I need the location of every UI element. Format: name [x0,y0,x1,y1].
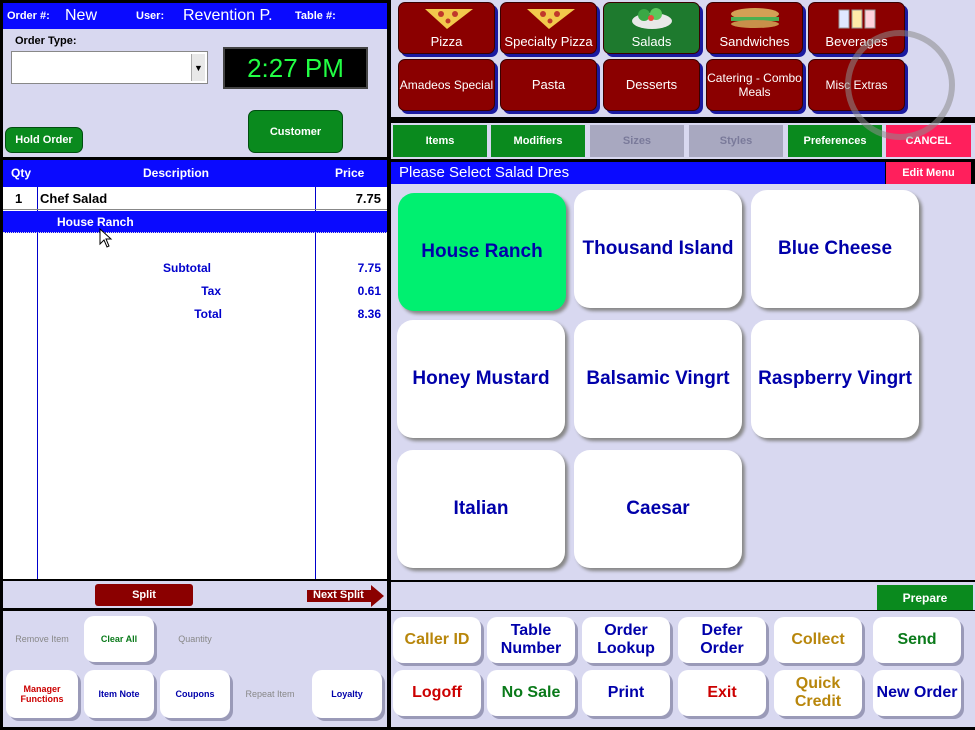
chevron-down-icon[interactable]: ▼ [191,54,205,81]
split-button[interactable]: Split [95,584,193,606]
order-table-body [3,187,387,579]
watermark-icon [845,30,955,140]
category-sandwiches-label: Sandwiches [719,34,790,49]
user-value: Revention P. [183,7,273,24]
price-column-header: Price [335,166,365,180]
choice-honey-mustard[interactable]: Honey Mustard [397,320,565,438]
prepare-button[interactable]: Prepare [877,585,973,610]
send-button[interactable]: Send [873,617,961,663]
order-type-select[interactable]: ▼ [11,51,208,84]
choice-raspberry-vingrt[interactable]: Raspberry Vingrt [751,320,919,438]
table-label: Table #: [295,10,336,22]
column-divider [315,187,316,579]
sandwich-icon [730,8,779,28]
edit-menu-button[interactable]: Edit Menu [886,162,971,184]
manager-functions-button[interactable]: Manager Functions [6,670,78,718]
clear-all-button[interactable]: Clear All [84,616,154,662]
hold-order-button[interactable]: Hold Order [5,127,83,153]
row-description: Chef Salad [40,191,108,206]
qty-column-header: Qty [11,166,32,180]
exit-button[interactable]: Exit [678,670,766,716]
order-lookup-button[interactable]: Order Lookup [582,617,670,663]
item-note-button[interactable]: Item Note [84,670,154,718]
pizza-icon [526,9,575,29]
category-salads-button[interactable]: Salads [603,2,700,54]
total-value: 8.36 [357,307,381,321]
category-catering-button[interactable]: Catering - Combo Meals [706,59,803,111]
caller-id-button[interactable]: Caller ID [393,617,481,663]
total-label: Total [194,307,222,321]
choice-blue-cheese[interactable]: Blue Cheese [751,190,919,308]
choice-caesar[interactable]: Caesar [574,450,742,568]
row-qty: 1 [15,191,23,206]
choice-thousand-island[interactable]: Thousand Island [574,190,742,308]
category-salads-label: Salads [631,34,672,49]
prompt-bar: Please Select Salad Dres [391,162,885,184]
modifier-text: House Ranch [57,215,134,229]
quick-credit-button[interactable]: Quick Credit [774,670,862,716]
category-pasta-button[interactable]: Pasta [500,59,597,111]
row-price: 7.75 [355,191,381,206]
choice-italian[interactable]: Italian [397,450,565,568]
choice-house-ranch[interactable]: House Ranch [398,193,566,311]
category-amadeos-special-button[interactable]: Amadeos Special [398,59,495,111]
customer-button[interactable]: Customer [248,110,343,153]
category-desserts-button[interactable]: Desserts [603,59,700,111]
tab-items[interactable]: Items [393,125,487,157]
pizza-icon [424,9,473,29]
category-specialty-pizza-label: Specialty Pizza [504,34,593,49]
user-label: User: [136,10,165,22]
order-number-label: Order #: [7,10,50,22]
collect-button[interactable]: Collect [774,617,862,663]
salad-bowl-icon [631,8,672,29]
tab-modifiers[interactable]: Modifiers [491,125,585,157]
subtotal-label: Subtotal [163,261,211,275]
choice-balsamic-vingrt[interactable]: Balsamic Vingrt [574,320,742,438]
order-header: Order #: New User: Revention P. Table #: [3,3,387,29]
category-specialty-pizza-button[interactable]: Specialty Pizza [500,2,597,54]
remove-item-button[interactable]: Remove Item [6,616,78,662]
tab-styles[interactable]: Styles [689,125,783,157]
clock-display: 2:27 PM [223,47,368,89]
table-number-button[interactable]: Table Number [487,617,575,663]
category-sandwiches-button[interactable]: Sandwiches [706,2,803,54]
description-column-header: Description [143,166,210,180]
order-type-label: Order Type: [15,35,77,47]
category-pizza-button[interactable]: Pizza [398,2,495,54]
defer-order-button[interactable]: Defer Order [678,617,766,663]
next-split-label: Next Split [313,589,364,601]
coupons-button[interactable]: Coupons [160,670,230,718]
loyalty-button[interactable]: Loyalty [312,670,382,718]
order-number-value: New [65,7,98,24]
logoff-button[interactable]: Logoff [393,670,481,716]
quantity-button[interactable]: Quantity [160,616,230,662]
order-table-header: Qty Description Price [3,160,387,187]
new-order-button[interactable]: New Order [873,670,961,716]
tax-label: Tax [201,284,221,298]
table-row[interactable]: 1 Chef Salad 7.75 [3,187,387,210]
subtotal-value: 7.75 [357,261,381,275]
column-divider [37,187,38,579]
drinks-icon [838,9,875,29]
no-sale-button[interactable]: No Sale [487,670,575,716]
print-button[interactable]: Print [582,670,670,716]
tax-value: 0.61 [357,284,381,298]
repeat-item-button[interactable]: Repeat Item [236,670,304,718]
mouse-cursor-icon [99,228,113,248]
modifier-row[interactable]: House Ranch [3,211,387,233]
tab-sizes[interactable]: Sizes [590,125,684,157]
category-pizza-label: Pizza [430,34,463,49]
next-split-button[interactable]: Next Split [305,585,385,607]
